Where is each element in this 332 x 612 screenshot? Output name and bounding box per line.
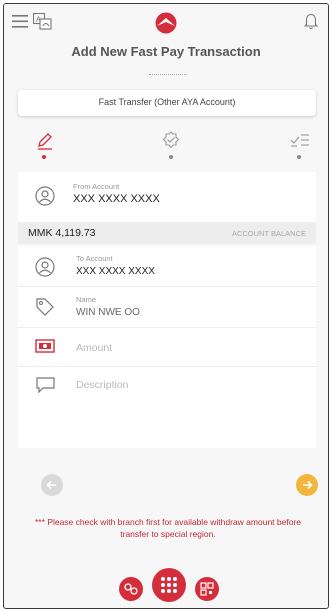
title-divider — [149, 74, 187, 75]
arrow-right-icon — [303, 480, 313, 490]
balance-row: MMK 4,119.73 ACCOUNT BALANCE — [18, 222, 316, 244]
withdraw-notice: *** Please check with branch first for a… — [35, 517, 301, 539]
keypad-grid-icon — [161, 577, 177, 593]
banknote-icon — [35, 339, 55, 353]
qr-nav-button[interactable] — [195, 577, 219, 601]
name-label: Name — [76, 295, 97, 304]
arrow-left-icon — [46, 480, 56, 490]
pencil-icon — [38, 133, 52, 150]
account-group-icon — [124, 583, 138, 595]
check-badge-icon — [162, 131, 180, 149]
to-account-label: To Account — [76, 254, 113, 263]
from-account-label: From Account — [73, 182, 120, 191]
page-title: Add New Fast Pay Transaction — [71, 44, 261, 59]
form-fields-card: To Account XXX XXXX XXXX Name WIN NWE OO… — [18, 246, 316, 448]
qr-code-icon — [200, 582, 214, 596]
from-account-card[interactable]: From Account XXX XXXX XXXX — [18, 172, 316, 222]
confirm-list-icon — [290, 134, 309, 147]
transfer-type-card[interactable]: Fast Transfer (Other AYA Account) — [18, 90, 316, 116]
balance-value: MMK 4,119.73 — [28, 227, 96, 239]
to-account-row[interactable]: To Account XXX XXXX XXXX — [18, 246, 316, 287]
description-row[interactable]: Description — [18, 367, 316, 447]
back-button[interactable] — [41, 474, 63, 496]
app-frame: A Add New Fast Pay Transaction Fast Tran… — [3, 3, 329, 609]
tag-icon — [36, 298, 54, 316]
user-circle-icon — [35, 186, 55, 206]
step-indicator — [297, 155, 301, 159]
from-account-value: XXX XXXX XXXX — [73, 193, 160, 205]
menu-icon[interactable] — [12, 15, 28, 28]
transfer-type-label: Fast Transfer (Other AYA Account) — [98, 97, 236, 107]
accounts-nav-button[interactable] — [119, 577, 143, 601]
name-value: WIN NWE OO — [76, 307, 140, 318]
amount-input[interactable]: Amount — [76, 342, 112, 354]
svg-text:A: A — [36, 17, 41, 24]
bell-icon[interactable] — [304, 13, 318, 30]
comment-icon — [36, 377, 55, 394]
to-account-value: XXX XXXX XXXX — [76, 266, 155, 277]
balance-label: ACCOUNT BALANCE — [231, 229, 306, 238]
amount-row[interactable]: Amount — [18, 328, 316, 367]
user-circle-icon — [35, 257, 55, 277]
next-button[interactable] — [296, 474, 318, 496]
language-switch-icon[interactable]: A — [33, 13, 52, 30]
step-indicator-active — [42, 155, 46, 159]
bank-logo-icon — [155, 12, 177, 34]
description-input[interactable]: Description — [76, 379, 129, 391]
home-keypad-button[interactable] — [152, 568, 186, 602]
step-indicator — [169, 155, 173, 159]
name-row[interactable]: Name WIN NWE OO — [18, 287, 316, 328]
